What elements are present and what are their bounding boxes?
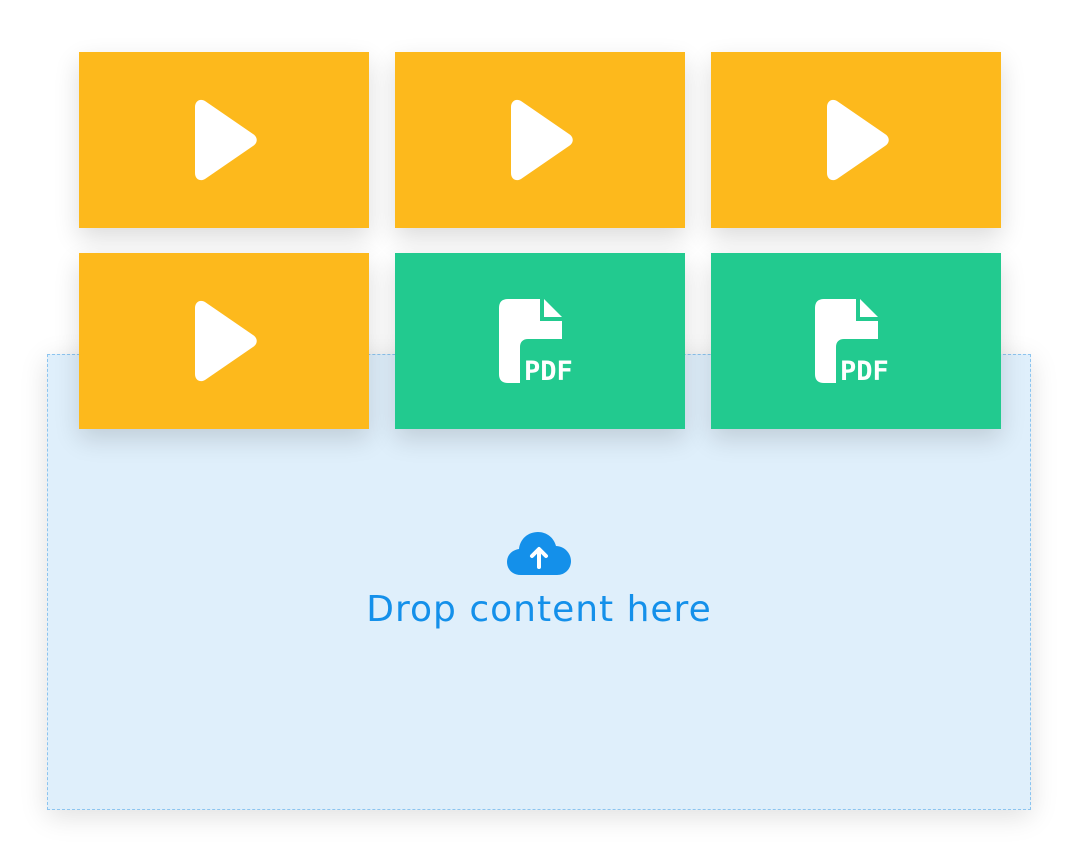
play-icon bbox=[511, 99, 573, 181]
pdf-file-icon: PDF bbox=[499, 299, 573, 383]
content-drop-area: Drop content here PDF PDF bbox=[0, 0, 1080, 864]
video-tile[interactable] bbox=[79, 52, 369, 228]
pdf-tile[interactable]: PDF bbox=[395, 253, 685, 429]
pdf-label: PDF bbox=[840, 356, 889, 383]
drop-zone-content: Drop content here bbox=[48, 531, 1030, 630]
video-tile[interactable] bbox=[79, 253, 369, 429]
video-tile[interactable] bbox=[711, 52, 1001, 228]
pdf-tile[interactable]: PDF bbox=[711, 253, 1001, 429]
play-icon bbox=[195, 300, 257, 382]
play-icon bbox=[195, 99, 257, 181]
drop-zone-label: Drop content here bbox=[366, 589, 712, 630]
pdf-file-icon: PDF bbox=[815, 299, 889, 383]
play-icon bbox=[827, 99, 889, 181]
cloud-upload-icon bbox=[507, 531, 571, 577]
video-tile[interactable] bbox=[395, 52, 685, 228]
pdf-label: PDF bbox=[524, 356, 573, 383]
